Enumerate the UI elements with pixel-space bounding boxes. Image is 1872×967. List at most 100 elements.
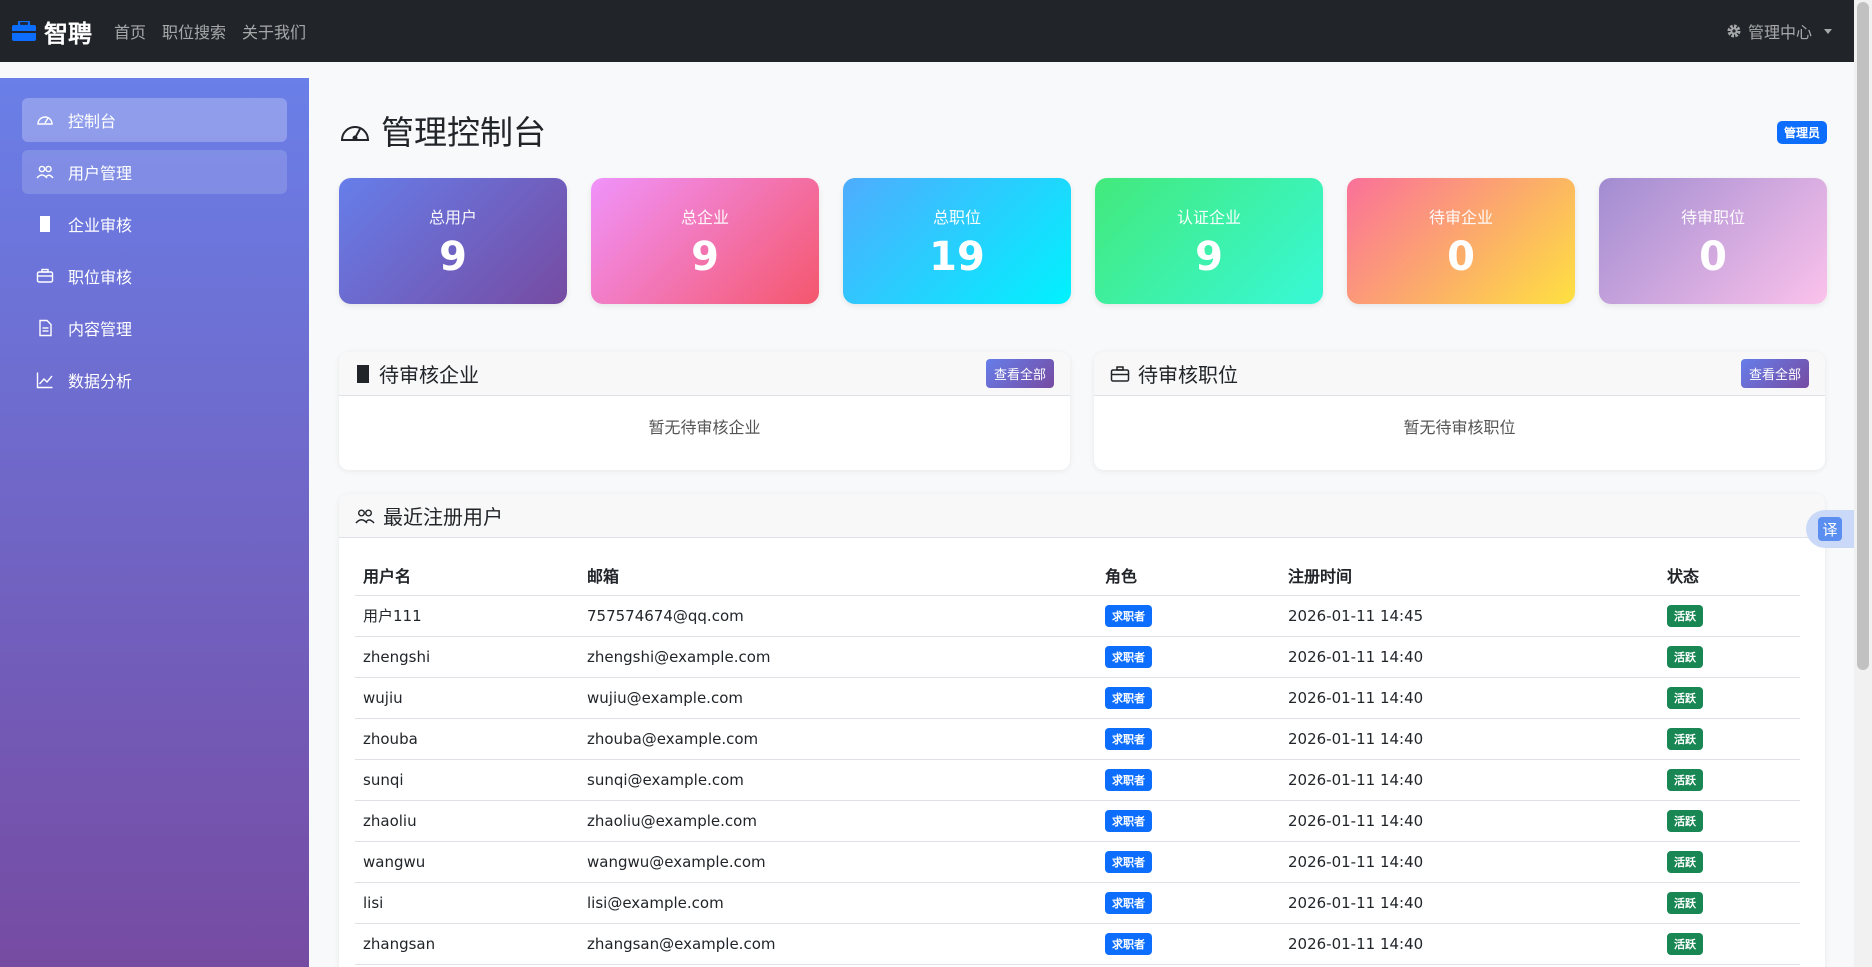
- sidebar-item-content[interactable]: 内容管理: [22, 306, 287, 350]
- stat-value: 0: [1447, 234, 1475, 280]
- sidebar-item-company-review[interactable]: 企业审核: [22, 202, 287, 246]
- stat-value: 9: [691, 234, 719, 280]
- page-title: 管理控制台: [381, 113, 546, 152]
- view-all-jobs-button[interactable]: 查看全部: [1740, 359, 1809, 388]
- table-row: zhouba zhouba@example.com 求职者 2026-01-11…: [355, 718, 1800, 760]
- cell-email: lisi@example.com: [579, 882, 1097, 924]
- sidebar-item-label: 内容管理: [68, 320, 133, 339]
- briefcase-icon: [36, 268, 54, 283]
- table-row: wujiu wujiu@example.com 求职者 2026-01-11 1…: [355, 677, 1800, 719]
- pending-jobs-card: 待审核职位 查看全部 暂无待审核职位: [1094, 352, 1825, 470]
- people-icon: [36, 165, 54, 179]
- stat-label: 总企业: [680, 208, 729, 227]
- cell-username: zhaoliu: [355, 800, 579, 842]
- card-title: 待审核企业: [379, 363, 479, 387]
- cell-role: 求职者: [1097, 595, 1280, 637]
- table-header-row: 用户名 邮箱 角色 注册时间 状态: [355, 556, 1800, 596]
- top-navbar: 智聘 首页 职位搜索 关于我们 管理中心: [0, 0, 1872, 62]
- file-text-icon: [39, 319, 52, 337]
- people-icon: [355, 509, 375, 523]
- sidebar-item-label: 企业审核: [68, 216, 133, 235]
- role-badge: 求职者: [1105, 727, 1152, 750]
- table-row: wangwu wangwu@example.com 求职者 2026-01-11…: [355, 841, 1800, 883]
- sidebar-item-label: 职位审核: [68, 268, 133, 287]
- briefcase-icon: [12, 21, 36, 41]
- cell-username: wujiu: [355, 677, 579, 719]
- stats-row: 总用户 9 总企业 9 总职位 19 认证企业 9 待审企业 0 待审职位 0: [339, 178, 1827, 304]
- sidebar-item-job-review[interactable]: 职位审核: [22, 254, 287, 298]
- role-badge: 求职者: [1105, 768, 1152, 791]
- status-badge: 活跃: [1667, 850, 1703, 873]
- cell-registered-time: 2026-01-11 14:40: [1280, 677, 1659, 719]
- nav-link-about[interactable]: 关于我们: [242, 19, 306, 43]
- status-badge: 活跃: [1667, 645, 1703, 668]
- cell-username: lisi: [355, 882, 579, 924]
- cell-email: wangwu@example.com: [579, 841, 1097, 883]
- role-badge: 求职者: [1105, 891, 1152, 914]
- sidebar-item-users[interactable]: 用户管理: [22, 150, 287, 194]
- page-header: 管理控制台: [339, 106, 546, 154]
- column-header-status: 状态: [1659, 556, 1800, 596]
- sidebar-item-analytics[interactable]: 数据分析: [22, 358, 287, 402]
- gear-icon: [1727, 24, 1741, 38]
- card-header: 待审核职位 查看全部: [1094, 352, 1825, 396]
- nav-link-job-search[interactable]: 职位搜索: [162, 19, 226, 43]
- stat-label: 总用户: [428, 208, 477, 227]
- cell-status: 活跃: [1659, 636, 1800, 678]
- cell-registered-time: 2026-01-11 14:40: [1280, 800, 1659, 842]
- table-row: zhaoliu zhaoliu@example.com 求职者 2026-01-…: [355, 800, 1800, 842]
- stat-card-verified-companies: 认证企业 9: [1095, 178, 1323, 304]
- card-header: 最近注册用户: [339, 494, 1825, 538]
- cell-status: 活跃: [1659, 677, 1800, 719]
- cell-username: sunqi: [355, 759, 579, 801]
- cell-registered-time: 2026-01-11 14:40: [1280, 636, 1659, 678]
- sidebar-item-label: 控制台: [68, 112, 117, 131]
- stat-card-total-users: 总用户 9: [339, 178, 567, 304]
- recent-users-card: 最近注册用户 用户名 邮箱 角色 注册时间 状态 用户111 757574674…: [339, 494, 1825, 967]
- cell-registered-time: 2026-01-11 14:40: [1280, 882, 1659, 924]
- cell-username: 用户111: [355, 595, 579, 637]
- sidebar-item-dashboard[interactable]: 控制台: [22, 98, 287, 142]
- cell-email: zhangsan@example.com: [579, 923, 1097, 965]
- cell-registered-time: 2026-01-11 14:45: [1280, 595, 1659, 637]
- status-badge: 活跃: [1667, 604, 1703, 627]
- scrollbar-thumb[interactable]: [1857, 2, 1869, 670]
- cell-status: 活跃: [1659, 759, 1800, 801]
- cell-role: 求职者: [1097, 923, 1280, 965]
- role-badge: 求职者: [1105, 686, 1152, 709]
- translate-button[interactable]: 译: [1806, 510, 1854, 548]
- status-badge: 活跃: [1667, 768, 1703, 791]
- brand-name: 智聘: [44, 19, 92, 48]
- cell-email: sunqi@example.com: [579, 759, 1097, 801]
- briefcase-icon: [1110, 365, 1130, 382]
- table-row: zhengshi zhengshi@example.com 求职者 2026-0…: [355, 636, 1800, 678]
- stat-card-total-companies: 总企业 9: [591, 178, 819, 304]
- table-row: zhangsan zhangsan@example.com 求职者 2026-0…: [355, 923, 1800, 965]
- cell-role: 求职者: [1097, 882, 1280, 924]
- sidebar-item-label: 数据分析: [68, 372, 133, 391]
- cell-username: wangwu: [355, 841, 579, 883]
- cell-status: 活跃: [1659, 923, 1800, 965]
- status-badge: 活跃: [1667, 891, 1703, 914]
- cell-role: 求职者: [1097, 677, 1280, 719]
- sidebar-item-label: 用户管理: [68, 164, 133, 183]
- stat-value: 9: [439, 234, 467, 280]
- role-badge: 求职者: [1105, 850, 1152, 873]
- role-badge: 求职者: [1105, 932, 1152, 955]
- brand-logo[interactable]: 智聘: [12, 14, 92, 49]
- admin-center-label: 管理中心: [1747, 23, 1812, 42]
- cell-registered-time: 2026-01-11 14:40: [1280, 759, 1659, 801]
- cell-username: zhouba: [355, 718, 579, 760]
- page-scrollbar[interactable]: [1854, 0, 1872, 967]
- stat-card-pending-jobs: 待审职位 0: [1599, 178, 1827, 304]
- status-badge: 活跃: [1667, 727, 1703, 750]
- role-badge: 求职者: [1105, 645, 1152, 668]
- speedometer-icon: [340, 126, 370, 141]
- view-all-companies-button[interactable]: 查看全部: [985, 359, 1054, 388]
- role-badge: 求职者: [1105, 809, 1152, 832]
- cell-email: zhouba@example.com: [579, 718, 1097, 760]
- column-header-email: 邮箱: [579, 556, 1097, 596]
- admin-center-dropdown[interactable]: 管理中心: [1726, 19, 1832, 43]
- table-row: lisi lisi@example.com 求职者 2026-01-11 14:…: [355, 882, 1800, 924]
- nav-link-home[interactable]: 首页: [114, 19, 146, 43]
